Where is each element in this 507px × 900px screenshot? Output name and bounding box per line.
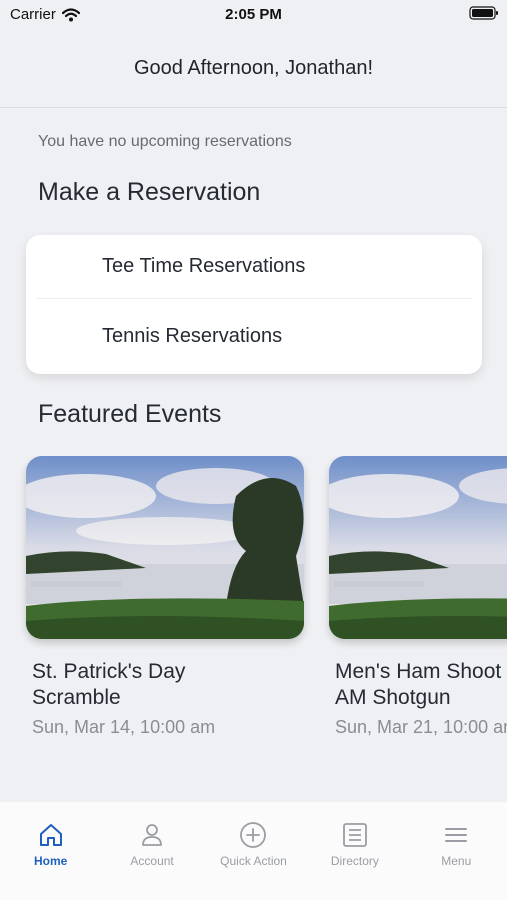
- event-card[interactable]: St. Patrick's Day Scramble Sun, Mar 14, …: [26, 456, 304, 738]
- no-reservations-message: You have no upcoming reservations: [38, 133, 292, 150]
- plus-circle-icon: [239, 820, 267, 850]
- event-image: [329, 456, 507, 639]
- make-reservation-title: Make a Reservation: [38, 178, 261, 206]
- tab-home[interactable]: Home: [0, 802, 101, 900]
- tab-label: Quick Action: [220, 854, 287, 868]
- event-image: [26, 456, 304, 639]
- tab-label: Menu: [441, 854, 472, 868]
- featured-events-carousel[interactable]: St. Patrick's Day Scramble Sun, Mar 14, …: [0, 456, 507, 756]
- event-card[interactable]: Men's Ham Shoot AM Shotgun Sun, Mar 21, …: [329, 456, 507, 738]
- battery-icon: [469, 6, 499, 24]
- tab-menu[interactable]: Menu: [406, 802, 507, 900]
- event-date: Sun, Mar 21, 10:00 am: [335, 717, 507, 737]
- status-bar: Carrier 2:05 PM: [0, 0, 507, 30]
- person-icon: [139, 820, 165, 850]
- bottom-tab-bar: Home Account Quick Action Directory Menu: [0, 802, 507, 900]
- home-icon: [38, 820, 64, 850]
- tab-account[interactable]: Account: [101, 802, 202, 900]
- event-title: Men's Ham Shoot AM Shotgun: [335, 660, 502, 709]
- event-date: Sun, Mar 14, 10:00 am: [32, 717, 216, 737]
- tee-time-reservations-button[interactable]: Tee Time Reservations: [102, 255, 305, 278]
- tab-label: Home: [34, 854, 68, 868]
- tab-label: Directory: [330, 854, 379, 868]
- tab-label: Account: [130, 854, 174, 868]
- tennis-reservations-button[interactable]: Tennis Reservations: [102, 325, 282, 348]
- reservation-options-card: Tee Time Reservations Tennis Reservation…: [26, 235, 482, 374]
- status-time: 2:05 PM: [225, 6, 282, 23]
- list-icon: [342, 820, 368, 850]
- card-divider: [36, 298, 472, 299]
- event-title: St. Patrick's Day Scramble: [32, 660, 186, 709]
- featured-events-title: Featured Events: [38, 400, 222, 428]
- greeting-header: Good Afternoon, Jonathan!: [0, 30, 507, 108]
- tab-quick-action[interactable]: Quick Action: [203, 802, 304, 900]
- tab-directory[interactable]: Directory: [304, 802, 405, 900]
- greeting-text: Good Afternoon, Jonathan!: [133, 57, 374, 79]
- hamburger-icon: [443, 820, 469, 850]
